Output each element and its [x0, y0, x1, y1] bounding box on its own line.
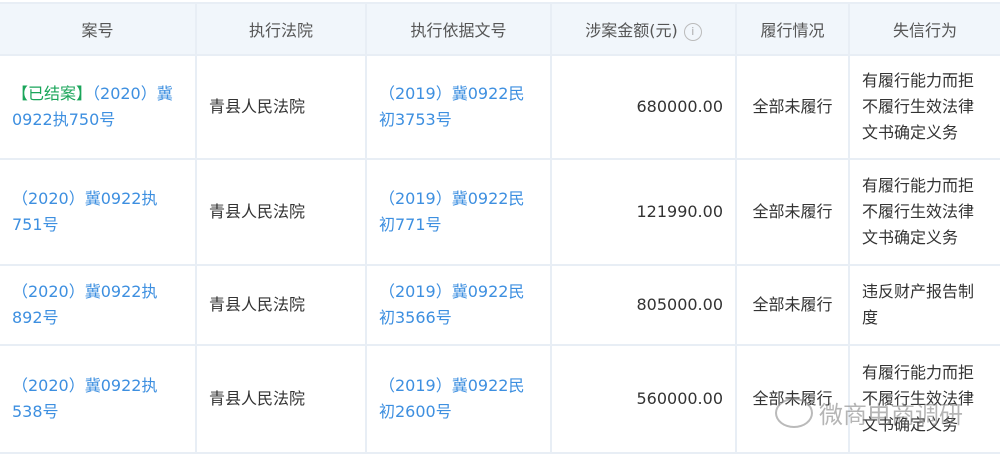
court-cell: 青县人民法院	[195, 344, 367, 454]
case-no-link[interactable]: （2020）冀0922执538号	[12, 376, 157, 421]
basis-cell[interactable]: （2019）冀0922民初3566号	[365, 264, 552, 346]
status-cell: 全部未履行	[735, 264, 850, 346]
basis-cell[interactable]: （2019）冀0922民初2600号	[365, 344, 552, 454]
behavior-cell: 有履行能力而拒不履行生效法律文书确定义务	[848, 158, 1000, 266]
case-no-cell[interactable]: （2020）冀0922执751号	[0, 158, 197, 266]
court-cell: 青县人民法院	[195, 54, 367, 160]
case-no-link[interactable]: （2020）冀0922执892号	[12, 282, 157, 327]
case-no-link[interactable]: （2020）冀0922执751号	[12, 189, 157, 234]
table-row: （2020）冀0922执892号 青县人民法院 （2019）冀0922民初356…	[0, 264, 1000, 346]
table-header: 案号 执行法院 执行依据文号 涉案金额(元) i 履行情况 失信行为	[0, 2, 1000, 56]
info-icon[interactable]: i	[683, 22, 702, 41]
header-behavior: 失信行为	[848, 2, 1000, 56]
amount-cell: 680000.00	[550, 54, 737, 160]
court-cell: 青县人民法院	[195, 264, 367, 346]
status-cell: 全部未履行	[735, 158, 850, 266]
basis-link[interactable]: （2019）冀0922民初2600号	[379, 376, 524, 421]
basis-link[interactable]: （2019）冀0922民初3566号	[379, 282, 524, 327]
basis-link[interactable]: （2019）冀0922民初771号	[379, 189, 524, 234]
header-amount-label: 涉案金额(元)	[585, 21, 678, 40]
header-basis: 执行依据文号	[365, 2, 552, 56]
header-court: 执行法院	[195, 2, 367, 56]
header-amount: 涉案金额(元) i	[550, 2, 737, 56]
basis-cell[interactable]: （2019）冀0922民初3753号	[365, 54, 552, 160]
case-no-cell[interactable]: 【已结案】（2020）冀0922执750号	[0, 54, 197, 160]
basis-link[interactable]: （2019）冀0922民初3753号	[379, 84, 524, 129]
header-status: 履行情况	[735, 2, 850, 56]
wechat-icon	[775, 397, 813, 428]
amount-cell: 121990.00	[550, 158, 737, 266]
case-no-cell[interactable]: （2020）冀0922执892号	[0, 264, 197, 346]
amount-cell: 805000.00	[550, 264, 737, 346]
behavior-cell: 违反财产报告制度	[848, 264, 1000, 346]
dishonest-records-table: 案号 执行法院 执行依据文号 涉案金额(元) i 履行情况 失信行为 【已结案】（…	[0, 2, 1000, 454]
basis-cell[interactable]: （2019）冀0922民初771号	[365, 158, 552, 266]
closed-tag: 【已结案】	[12, 84, 93, 103]
watermark: 微商电商调研	[775, 395, 963, 430]
case-no-cell[interactable]: （2020）冀0922执538号	[0, 344, 197, 454]
court-cell: 青县人民法院	[195, 158, 367, 266]
status-cell: 全部未履行	[735, 54, 850, 160]
table-row: （2020）冀0922执751号 青县人民法院 （2019）冀0922民初771…	[0, 158, 1000, 266]
behavior-cell: 有履行能力而拒不履行生效法律文书确定义务	[848, 54, 1000, 160]
watermark-text: 微商电商调研	[819, 401, 963, 429]
amount-cell: 560000.00	[550, 344, 737, 454]
table-row: 【已结案】（2020）冀0922执750号 青县人民法院 （2019）冀0922…	[0, 54, 1000, 160]
header-case-no: 案号	[0, 2, 197, 56]
